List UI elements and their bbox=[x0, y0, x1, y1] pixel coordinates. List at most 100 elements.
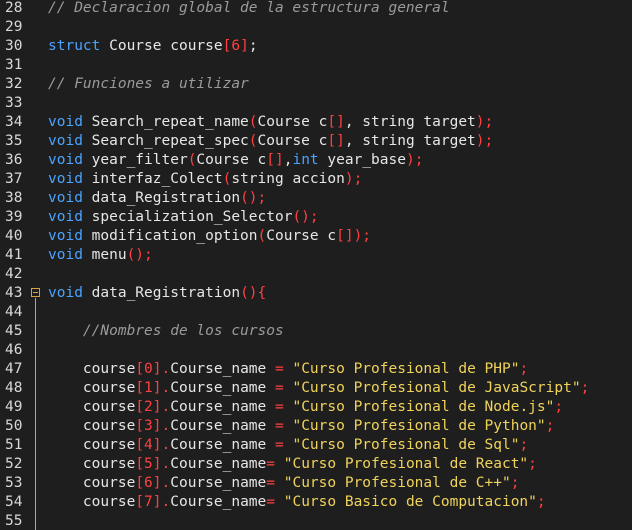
code-token: void bbox=[48, 285, 83, 301]
code-token: course bbox=[48, 399, 136, 415]
fold-collapse-icon[interactable] bbox=[31, 288, 40, 297]
code-token: Search_repeat_name bbox=[82, 114, 249, 130]
code-text: void year_filter(Course c[],int year_bas… bbox=[48, 151, 423, 170]
code-line[interactable]: 33 bbox=[0, 94, 632, 113]
code-token: [2]. bbox=[135, 399, 171, 415]
code-text: void specialization_Selector(); bbox=[48, 208, 319, 227]
code-token: (); bbox=[240, 190, 267, 206]
code-token: Course_name bbox=[170, 456, 267, 472]
code-line[interactable]: 51 course[4].Course_name = "Curso Profes… bbox=[0, 436, 632, 455]
code-token: Course c bbox=[257, 114, 328, 130]
code-text: // Declaracion global de la estructura g… bbox=[48, 0, 450, 18]
code-line[interactable]: 45 //Nombres de los cursos bbox=[0, 322, 632, 341]
code-line[interactable]: 40 void modification_option(Course c[]); bbox=[0, 227, 632, 246]
line-number: 39 bbox=[5, 209, 23, 225]
code-line[interactable]: 38 void data_Registration(); bbox=[0, 189, 632, 208]
code-line[interactable]: 55 bbox=[0, 512, 632, 530]
code-token: [] bbox=[266, 152, 284, 168]
line-number: 36 bbox=[5, 152, 23, 168]
code-token: = bbox=[266, 456, 275, 472]
code-token: [3]. bbox=[135, 418, 171, 434]
line-number: 33 bbox=[5, 95, 23, 111]
code-line[interactable]: 54 course[7].Course_name= "Curso Basico … bbox=[0, 493, 632, 512]
code-line[interactable]: 47 course[0].Course_name = "Curso Profes… bbox=[0, 360, 632, 379]
code-token: [] bbox=[327, 133, 345, 149]
code-line[interactable]: 41 void menu(); bbox=[0, 246, 632, 265]
code-line[interactable]: 31 bbox=[0, 56, 632, 75]
code-token: Course_name bbox=[170, 494, 267, 510]
line-number: 34 bbox=[5, 114, 23, 130]
code-line[interactable]: 35 void Search_repeat_spec(Course c[], st… bbox=[0, 132, 632, 151]
code-text: void interfaz_Colect(string accion); bbox=[48, 170, 362, 189]
code-token: data_Registration bbox=[82, 285, 241, 301]
code-token: "Curso Profesional de Python" bbox=[292, 418, 546, 434]
code-line[interactable]: 52 course[5].Course_name= "Curso Profesi… bbox=[0, 455, 632, 474]
line-number: 40 bbox=[5, 228, 23, 244]
code-line[interactable]: 28 // Declaracion global de la estructura… bbox=[0, 0, 632, 18]
code-token: course bbox=[48, 456, 136, 472]
code-token: [4]. bbox=[135, 437, 171, 453]
line-number: 53 bbox=[5, 475, 23, 491]
code-token: Search_repeat_spec bbox=[82, 133, 249, 149]
code-token: ; bbox=[519, 361, 529, 377]
code-token: ( bbox=[248, 114, 258, 130]
code-token: interfaz_Colect bbox=[82, 171, 223, 187]
code-token: "Curso Profesional de Node.js" bbox=[292, 399, 555, 415]
code-token: []); bbox=[336, 228, 372, 244]
code-token: ; bbox=[510, 475, 520, 491]
code-token: ( bbox=[257, 228, 267, 244]
line-number: 48 bbox=[5, 380, 23, 396]
code-line[interactable]: 36 void year_filter(Course c[],int year_b… bbox=[0, 151, 632, 170]
code-line[interactable]: 39 void specialization_Selector(); bbox=[0, 208, 632, 227]
code-token: = bbox=[275, 399, 284, 415]
code-editor[interactable]: 28 // Declaracion global de la estructura… bbox=[0, 0, 632, 530]
code-token: "Curso Profesional de React" bbox=[283, 456, 529, 472]
code-text: //Nombres de los cursos bbox=[48, 322, 284, 341]
code-token: menu bbox=[82, 247, 127, 263]
code-token: //Nombres de los cursos bbox=[48, 323, 284, 339]
line-number: 37 bbox=[5, 171, 23, 187]
code-token: Course c bbox=[196, 152, 267, 168]
code-token: // Declaracion global de la estructura g… bbox=[48, 0, 450, 16]
code-token: course bbox=[48, 494, 136, 510]
line-number: 38 bbox=[5, 190, 23, 206]
line-number: 44 bbox=[5, 304, 23, 320]
code-token: ); bbox=[405, 152, 424, 168]
code-token: "Curso Basico de Computacion" bbox=[283, 494, 537, 510]
code-line[interactable]: 43 void data_Registration(){ bbox=[0, 284, 632, 303]
code-token: Course_name bbox=[170, 380, 275, 396]
code-token: (); bbox=[126, 247, 153, 263]
code-text: course[7].Course_name= "Curso Basico de … bbox=[48, 493, 546, 512]
code-line[interactable]: 42 bbox=[0, 265, 632, 284]
code-token: course bbox=[48, 475, 136, 491]
code-token: = bbox=[275, 437, 284, 453]
code-text: course[6].Course_name= "Curso Profesiona… bbox=[48, 474, 520, 493]
line-number: 55 bbox=[5, 513, 23, 529]
line-number: 49 bbox=[5, 399, 23, 415]
line-number: 46 bbox=[5, 342, 23, 358]
code-token: ; bbox=[580, 380, 590, 396]
code-line[interactable]: 29 bbox=[0, 18, 632, 37]
line-number: 47 bbox=[5, 361, 23, 377]
code-line[interactable]: 34 void Search_repeat_name(Course c[], st… bbox=[0, 113, 632, 132]
code-line[interactable]: 48 course[1].Course_name = "Curso Profes… bbox=[0, 379, 632, 398]
line-number: 30 bbox=[5, 38, 23, 54]
code-token: Course course bbox=[100, 38, 223, 54]
code-line[interactable]: 37 void interfaz_Colect(string accion); bbox=[0, 170, 632, 189]
code-line[interactable]: 53 course[6].Course_name= "Curso Profesi… bbox=[0, 474, 632, 493]
code-token: [6]. bbox=[135, 475, 171, 491]
code-line[interactable]: 46 bbox=[0, 341, 632, 360]
code-line[interactable]: 32 // Funciones a utilizar bbox=[0, 75, 632, 94]
code-text: // Funciones a utilizar bbox=[48, 75, 249, 94]
code-token: = bbox=[266, 475, 275, 491]
code-text: course[1].Course_name = "Curso Profesion… bbox=[48, 379, 589, 398]
code-token: Course_name bbox=[170, 399, 275, 415]
code-text: void Search_repeat_spec(Course c[], stri… bbox=[48, 132, 493, 151]
code-line[interactable]: 44 bbox=[0, 303, 632, 322]
code-token: , string target bbox=[344, 114, 476, 130]
code-line[interactable]: 49 course[2].Course_name = "Curso Profes… bbox=[0, 398, 632, 417]
code-line[interactable]: 50 course[3].Course_name = "Curso Profes… bbox=[0, 417, 632, 436]
code-token: year_filter bbox=[82, 152, 188, 168]
code-line[interactable]: 30 struct Course course[6]; bbox=[0, 37, 632, 56]
